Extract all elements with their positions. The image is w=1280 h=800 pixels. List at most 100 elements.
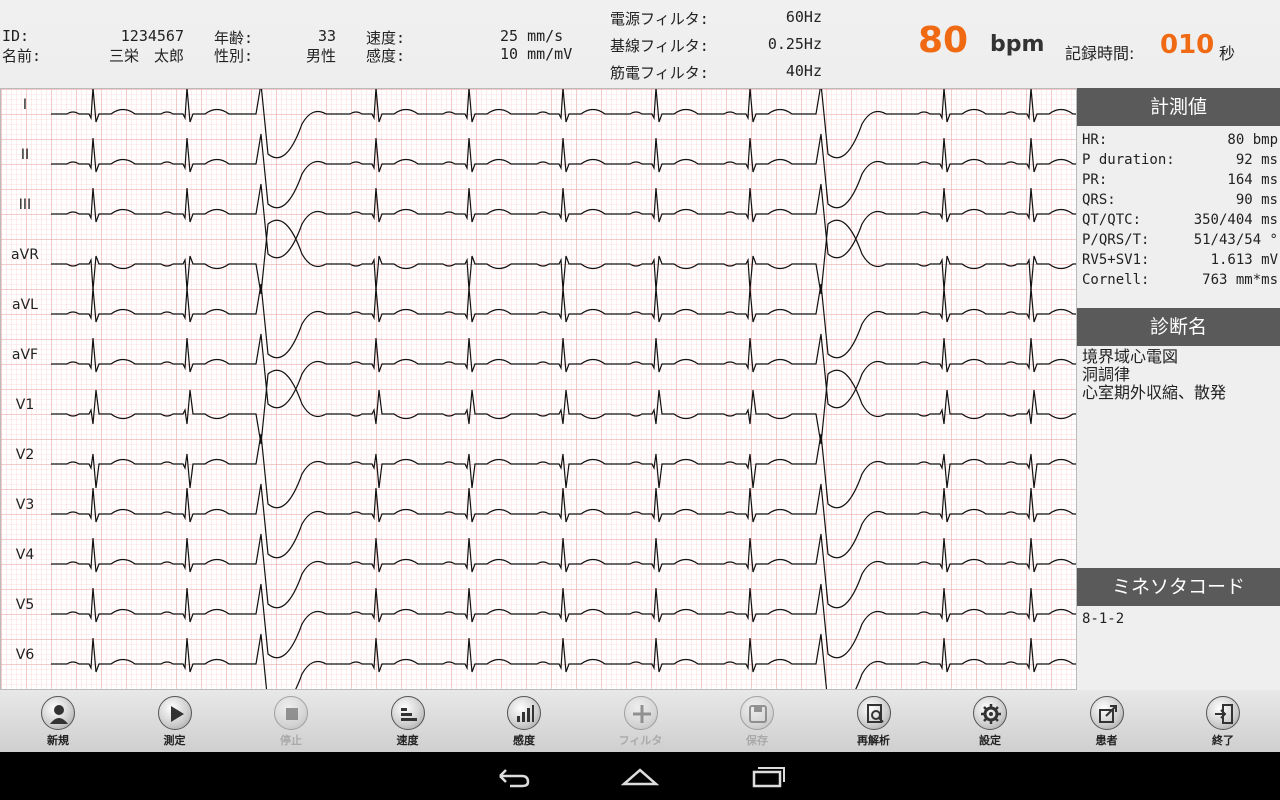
- power-filter-value: 60Hz: [785, 8, 822, 26]
- measurement-key: P/QRS/T:: [1082, 232, 1150, 248]
- ecg-grid-and-traces: [1, 89, 1076, 689]
- baseline-filter-value: 0.25Hz: [767, 35, 822, 53]
- lead-label: I: [22, 97, 28, 113]
- diagnosis-item: 境界域心電図: [1082, 347, 1179, 366]
- lead-label: II: [20, 147, 30, 163]
- lead-label: aVL: [12, 297, 38, 313]
- toolbar-button-label: 患者: [1095, 734, 1118, 747]
- lead-label: V4: [15, 547, 35, 563]
- toolbar-button-gear[interactable]: 設定: [950, 696, 1030, 750]
- gear-icon: [973, 696, 1007, 730]
- toolbar-button-exit[interactable]: 終了: [1183, 696, 1263, 750]
- stop-icon: [274, 696, 308, 730]
- save-icon: [740, 696, 774, 730]
- filter-icon: [623, 696, 658, 730]
- toolbar-button-stop[interactable]: 停止: [251, 696, 331, 750]
- person-icon: [41, 696, 75, 730]
- toolbar-button-label: 測定: [163, 734, 186, 747]
- lead-label: III: [18, 197, 32, 213]
- lead-label: aVF: [11, 347, 39, 363]
- measurement-value: 1.613 mV: [1210, 252, 1278, 268]
- heart-rate-value: 80: [918, 20, 969, 61]
- play-icon: [157, 696, 192, 730]
- toolbar-button-bar-chart[interactable]: 感度: [484, 696, 564, 750]
- measurement-key: QT/QTC:: [1082, 212, 1142, 228]
- record-time-value: 010: [1160, 30, 1215, 60]
- toolbar-button-label: 設定: [979, 734, 1001, 747]
- toolbar-button-reanalyze[interactable]: 再解析: [834, 696, 914, 750]
- toolbar-button-label: フィルタ: [618, 734, 663, 747]
- sensitivity-value: 10 mm/mV: [500, 45, 573, 63]
- measurement-value: 80 bmp: [1227, 132, 1278, 148]
- measurement-value: 763 mm*ms: [1202, 272, 1278, 288]
- reanalyze-icon: [856, 696, 891, 730]
- measurement-value: 164 ms: [1227, 172, 1278, 188]
- measurement-row: Cornell: 763 mm*ms: [1082, 270, 1278, 290]
- toolbar-button-play[interactable]: 測定: [135, 696, 215, 750]
- measurement-value: 350/404 ms: [1193, 212, 1278, 228]
- heart-rate-unit: bpm: [990, 32, 1045, 57]
- measurement-key: P duration:: [1082, 152, 1175, 168]
- diagnosis-item: 洞調律: [1082, 365, 1131, 384]
- sensitivity-label: 感度:: [366, 47, 406, 65]
- toolbar-button-save[interactable]: 保存: [717, 696, 797, 750]
- measurement-key: QRS:: [1082, 192, 1116, 208]
- sex-label: 性別:: [214, 47, 254, 65]
- toolbar-button-label: 感度: [513, 734, 535, 747]
- name-label: 名前:: [2, 47, 42, 65]
- measurement-row: QRS: 90 ms: [1082, 190, 1278, 210]
- measurement-value: 92 ms: [1235, 152, 1278, 168]
- toolbar-button-person[interactable]: 新規: [18, 696, 98, 750]
- ecg-app: ID: 1234567 名前: 三栄 太郎 年齢: 33 性別: 男性 速度: …: [0, 0, 1280, 800]
- measurement-key: HR:: [1082, 132, 1108, 148]
- toolbar-button-label: 停止: [280, 734, 302, 747]
- system-navigation-bar: [0, 752, 1280, 800]
- measurement-row: P duration: 92 ms: [1082, 150, 1278, 170]
- lead-label: V2: [15, 447, 35, 463]
- measurement-row: QT/QTC: 350/404 ms: [1082, 210, 1278, 230]
- toolbar-button-speed[interactable]: 速度: [368, 696, 448, 750]
- measurement-row: P/QRS/T: 51/43/54 °: [1082, 230, 1278, 250]
- toolbar-button-label: 保存: [746, 734, 768, 747]
- bar-chart-icon: [507, 696, 541, 730]
- measurement-row: RV5+SV1: 1.613 mV: [1082, 250, 1278, 270]
- measurement-key: RV5+SV1:: [1082, 252, 1150, 268]
- toolbar-button-label: 速度: [396, 734, 419, 747]
- toolbar-button-label: 終了: [1212, 734, 1234, 747]
- speed-value: 25 mm/s: [500, 27, 564, 45]
- muscle-filter-label: 筋電フィルタ:: [610, 64, 709, 82]
- back-icon[interactable]: [492, 764, 532, 788]
- exit-icon: [1206, 696, 1240, 730]
- recent-apps-icon[interactable]: [748, 764, 788, 788]
- baseline-filter-label: 基線フィルタ:: [610, 37, 709, 55]
- lead-label: V5: [15, 597, 35, 613]
- id-value: 1234567: [120, 27, 184, 45]
- measurement-key: PR:: [1082, 172, 1108, 188]
- diagnosis-item: 心室期外収縮、散発: [1082, 383, 1227, 402]
- header: ID: 1234567 名前: 三栄 太郎 年齢: 33 性別: 男性 速度: …: [0, 0, 1280, 88]
- diagnosis-header: 診断名: [1077, 308, 1280, 346]
- toolbar-button-filter[interactable]: フィルタ: [601, 696, 681, 750]
- id-label: ID:: [2, 27, 30, 45]
- ecg-waveform-area[interactable]: I II III aVR aVL aVF V1 V2 V3 V4 V5 V6: [0, 88, 1077, 690]
- patient-icon: [1089, 696, 1124, 730]
- power-filter-label: 電源フィルタ:: [610, 10, 709, 28]
- speed-icon: [390, 696, 425, 730]
- home-icon[interactable]: [620, 764, 660, 788]
- measurements-header: 計測値: [1077, 88, 1280, 126]
- toolbar-button-patient[interactable]: 患者: [1067, 696, 1147, 750]
- lead-label: V1: [15, 397, 35, 413]
- muscle-filter-value: 40Hz: [785, 62, 822, 80]
- lead-label: V6: [15, 647, 35, 663]
- record-time-label: 記録時間:: [1065, 44, 1135, 63]
- toolbar-button-label: 再解析: [857, 734, 890, 747]
- toolbar-button-label: 新規: [47, 734, 69, 747]
- bottom-toolbar: 新規 測定 停止 速度 感度 フィルタ 保存 再解析 設定 患者 終了: [0, 690, 1280, 752]
- analysis-panel: 計測値 HR: 80 bmp P duration: 92 ms PR: 164 ms QR…: [1077, 88, 1280, 690]
- age-value: 33: [317, 27, 336, 45]
- lead-label: V3: [15, 497, 35, 513]
- sex-value: 男性: [305, 47, 336, 65]
- minnesota-header: ミネソタコード: [1077, 568, 1280, 606]
- measurement-key: Cornell:: [1082, 272, 1150, 288]
- measurement-row: PR: 164 ms: [1082, 170, 1278, 190]
